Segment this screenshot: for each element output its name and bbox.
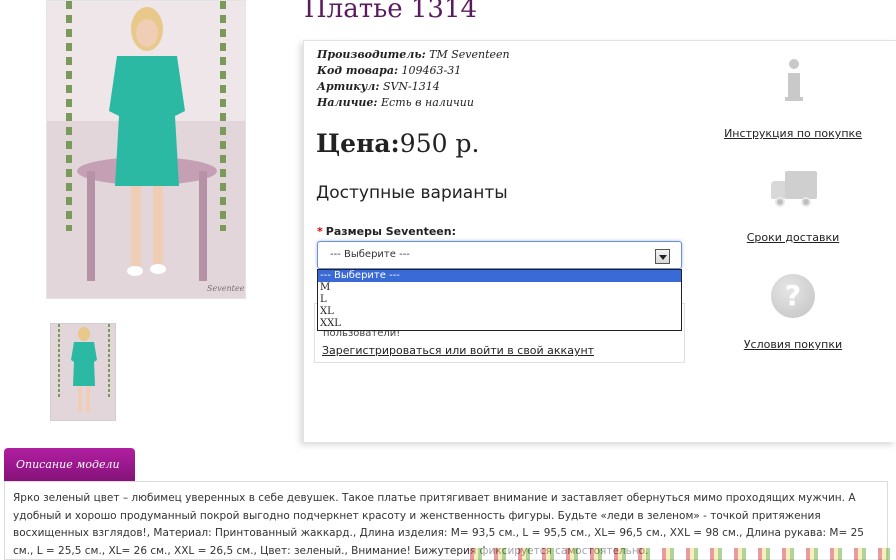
register-login-link[interactable]: Зарегистрироваться или войти в свой акка… bbox=[322, 344, 594, 357]
purchase-instruction-link[interactable]: Инструкция по покупке bbox=[713, 127, 873, 140]
size-option[interactable]: XXL bbox=[318, 318, 681, 330]
price: Цена:950 р. bbox=[316, 129, 479, 158]
price-label: Цена: bbox=[316, 129, 400, 158]
photo-watermark: Seventeen bbox=[207, 284, 246, 293]
delivery-time-link[interactable]: Сроки доставки bbox=[713, 231, 873, 244]
info-icon bbox=[785, 59, 803, 103]
thumbnail-illustration bbox=[51, 324, 115, 420]
size-option[interactable]: L bbox=[318, 294, 681, 306]
size-option[interactable]: XL bbox=[318, 306, 681, 318]
truck-icon bbox=[769, 169, 817, 209]
manufacturer-row: Производитель: ТМ Seventeen bbox=[317, 47, 510, 63]
purchase-instruction-block[interactable]: Инструкция по покупке bbox=[713, 59, 873, 140]
product-code-value: 109463-31 bbox=[401, 64, 462, 77]
product-code-label: Код товара: bbox=[317, 64, 399, 77]
sku-value: SVN-1314 bbox=[382, 80, 440, 93]
price-value: 950 р. bbox=[399, 129, 480, 158]
question-icon: ? bbox=[771, 274, 815, 318]
manufacturer-value: ТМ Seventeen bbox=[429, 48, 510, 61]
sku-row: Артикул: SVN-1314 bbox=[317, 79, 510, 95]
tab-description-label: Описание модели bbox=[16, 458, 120, 471]
size-option[interactable]: M bbox=[318, 282, 681, 294]
stock-label: Наличие: bbox=[317, 96, 378, 109]
product-page: Seventeen Платье 1314 Производитель: ТМ … bbox=[0, 0, 896, 560]
product-main-photo[interactable]: Seventeen bbox=[46, 0, 246, 299]
size-label-text: Размеры Seventeen: bbox=[325, 225, 456, 238]
product-meta: Производитель: ТМ Seventeen Код товара: … bbox=[317, 47, 510, 111]
size-option-label: * Размеры Seventeen: bbox=[317, 225, 456, 238]
stock-value: Есть в наличии bbox=[381, 96, 474, 109]
size-select-value: --- Выберите --- bbox=[330, 249, 410, 260]
decorative-flower-strip bbox=[470, 548, 890, 560]
variants-heading: Доступные варианты bbox=[316, 183, 508, 203]
sku-label: Артикул: bbox=[317, 80, 380, 93]
stock-row: Наличие: Есть в наличии bbox=[317, 95, 510, 111]
required-mark: * bbox=[317, 225, 323, 238]
dress-photo-illustration: Seventeen bbox=[47, 1, 246, 298]
page-title: Платье 1314 bbox=[304, 0, 478, 24]
product-info-panel: Производитель: ТМ Seventeen Код товара: … bbox=[303, 40, 896, 442]
manufacturer-label: Производитель: bbox=[317, 48, 426, 61]
size-select[interactable]: --- Выберите --- bbox=[317, 241, 682, 269]
purchase-terms-link[interactable]: Условия покупки bbox=[713, 338, 873, 351]
product-thumbnail[interactable] bbox=[50, 323, 116, 421]
delivery-time-block[interactable]: Сроки доставки bbox=[713, 169, 873, 244]
purchase-terms-block[interactable]: ? Условия покупки bbox=[713, 274, 873, 351]
tab-description[interactable]: Описание модели bbox=[4, 448, 135, 481]
product-code-row: Код товара: 109463-31 bbox=[317, 63, 510, 79]
size-dropdown-list[interactable]: --- Выберите --- M L XL XXL bbox=[317, 269, 682, 331]
chevron-down-icon[interactable] bbox=[655, 249, 670, 264]
size-option[interactable]: --- Выберите --- bbox=[318, 270, 681, 282]
